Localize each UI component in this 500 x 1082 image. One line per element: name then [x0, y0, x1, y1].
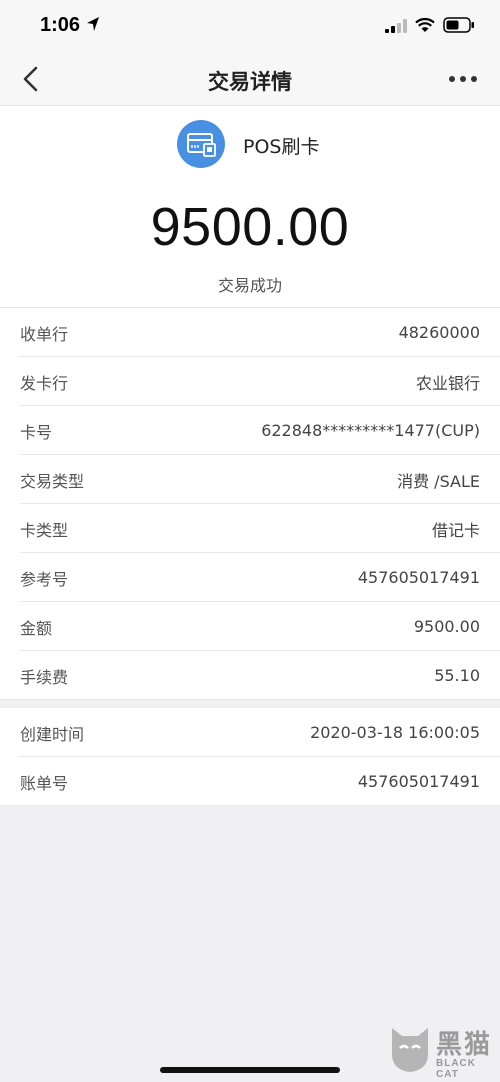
detail-value: 55.10 — [434, 666, 480, 685]
card-icon — [177, 120, 225, 168]
detail-row-card-number: 卡号 622848*********1477(CUP) — [0, 406, 500, 455]
detail-label: 创建时间 — [20, 724, 85, 744]
detail-row-reference-number: 参考号 457605017491 — [0, 553, 500, 602]
detail-value: 48260000 — [398, 323, 480, 342]
detail-value: 9500.00 — [413, 617, 480, 636]
detail-row-card-type: 卡类型 借记卡 — [0, 504, 500, 553]
detail-label: 账单号 — [20, 773, 69, 793]
detail-value: 622848*********1477(CUP) — [261, 421, 480, 440]
nav-bar: 交易详情 — [0, 52, 500, 106]
detail-label: 发卡行 — [20, 373, 69, 393]
detail-row-bill-number: 账单号 457605017491 — [0, 757, 500, 806]
detail-row-fee: 手续费 55.10 — [0, 651, 500, 700]
page-title: 交易详情 — [208, 70, 292, 94]
battery-icon — [443, 17, 474, 33]
transaction-amount: 9500.00 — [150, 197, 350, 257]
detail-row-issuer: 发卡行 农业银行 — [0, 357, 500, 406]
watermark-text: 黑猫 — [436, 1030, 493, 1060]
detail-label: 卡类型 — [20, 520, 69, 540]
status-time: 1:06 — [40, 14, 81, 36]
detail-label: 交易类型 — [20, 471, 85, 491]
cellular-signal-icon — [385, 19, 407, 33]
detail-label: 金额 — [20, 618, 53, 638]
order-details: 创建时间 2020-03-18 16:00:05 账单号 45760501749… — [0, 708, 500, 806]
detail-value: 457605017491 — [357, 568, 480, 587]
location-arrow-icon — [87, 17, 99, 31]
detail-value: 457605017491 — [357, 772, 480, 791]
detail-row-acquirer: 收单行 48260000 — [0, 308, 500, 357]
home-indicator[interactable] — [160, 1067, 340, 1073]
detail-value: 2020-03-18 16:00:05 — [310, 723, 480, 742]
detail-value: 农业银行 — [415, 373, 480, 393]
transaction-details: 收单行 48260000 发卡行 农业银行 卡号 622848*********… — [0, 308, 500, 700]
transaction-status: 交易成功 — [217, 276, 282, 295]
status-bar: 1:06 — [0, 0, 500, 52]
detail-label: 参考号 — [20, 569, 69, 589]
detail-label: 卡号 — [20, 422, 53, 442]
payment-method-label: POS刷卡 — [243, 136, 320, 158]
detail-value: 借记卡 — [431, 520, 480, 540]
wifi-icon — [415, 17, 435, 32]
detail-label: 收单行 — [20, 324, 69, 344]
detail-label: 手续费 — [20, 667, 69, 687]
detail-row-created-time: 创建时间 2020-03-18 16:00:05 — [0, 708, 500, 757]
black-cat-logo-icon — [392, 1028, 428, 1072]
watermark-subtext: BLACK CAT — [436, 1058, 476, 1080]
more-options-icon[interactable] — [448, 67, 478, 91]
detail-row-transaction-type: 交易类型 消费 /SALE — [0, 455, 500, 504]
transaction-summary: POS刷卡 9500.00 交易成功 — [0, 106, 500, 308]
detail-value: 消费 /SALE — [397, 471, 480, 491]
watermark: 黑猫 BLACK CAT — [388, 1020, 500, 1082]
detail-row-amount: 金额 9500.00 — [0, 602, 500, 651]
